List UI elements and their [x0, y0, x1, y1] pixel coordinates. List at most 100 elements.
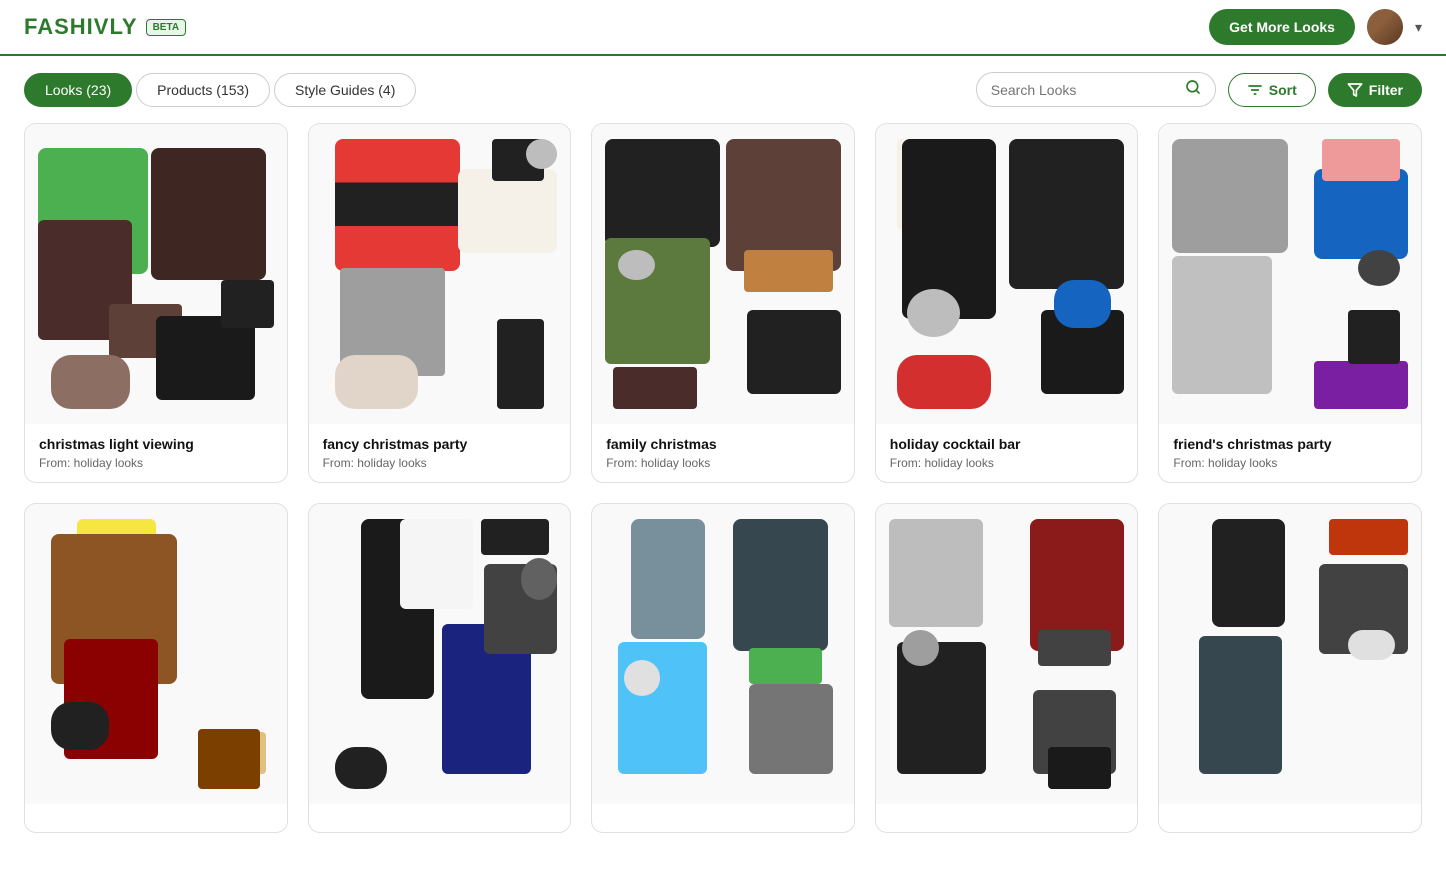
- tab-products[interactable]: Products (153): [136, 73, 270, 107]
- tab-style-guides[interactable]: Style Guides (4): [274, 73, 416, 107]
- look-card[interactable]: [875, 503, 1139, 833]
- outfit-collage: [25, 124, 287, 424]
- outfit-item: [747, 310, 841, 394]
- card-info: [25, 804, 287, 832]
- outfit-item: [1348, 630, 1395, 660]
- card-info: fancy christmas party From: holiday look…: [309, 424, 571, 482]
- outfit-item: [335, 139, 461, 271]
- outfit-item: [521, 558, 558, 600]
- card-title: family christmas: [606, 436, 840, 452]
- card-info: [876, 804, 1138, 832]
- outfit-collage: [592, 504, 854, 804]
- outfit-item: [749, 648, 822, 684]
- avatar[interactable]: [1367, 9, 1403, 45]
- search-input[interactable]: [991, 82, 1177, 98]
- toolbar-right: Sort Filter: [976, 72, 1422, 107]
- card-title: christmas light viewing: [39, 436, 273, 452]
- card-subtitle: From: holiday looks: [606, 456, 840, 470]
- outfit-item: [624, 660, 661, 696]
- card-title: holiday cocktail bar: [890, 436, 1124, 452]
- outfit-collage: [876, 124, 1138, 424]
- header-left: FASHIVLY BETA: [24, 14, 186, 40]
- card-image: [25, 124, 287, 424]
- tab-looks[interactable]: Looks (23): [24, 73, 132, 107]
- outfit-item: [481, 519, 549, 555]
- outfit-item: [1048, 747, 1111, 789]
- outfit-item: [897, 355, 991, 409]
- header: FASHIVLY BETA Get More Looks ▾: [0, 0, 1446, 56]
- search-box[interactable]: [976, 72, 1216, 107]
- outfit-item: [1314, 361, 1408, 409]
- look-card[interactable]: [24, 503, 288, 833]
- card-subtitle: From: holiday looks: [323, 456, 557, 470]
- look-card[interactable]: fancy christmas party From: holiday look…: [308, 123, 572, 483]
- card-info: [592, 804, 854, 832]
- look-card[interactable]: [1158, 503, 1422, 833]
- card-subtitle: From: holiday looks: [890, 456, 1124, 470]
- chevron-down-icon[interactable]: ▾: [1415, 19, 1422, 36]
- logo: FASHIVLY: [24, 14, 138, 40]
- card-info: [309, 804, 571, 832]
- card-info: holiday cocktail bar From: holiday looks: [876, 424, 1138, 482]
- outfit-item: [151, 148, 266, 280]
- outfit-item: [335, 747, 387, 789]
- beta-badge: BETA: [146, 19, 186, 36]
- card-image: [25, 504, 287, 804]
- card-info: friend's christmas party From: holiday l…: [1159, 424, 1421, 482]
- sort-button[interactable]: Sort: [1228, 73, 1316, 107]
- outfit-item: [156, 316, 255, 400]
- outfit-collage: [25, 504, 287, 804]
- get-more-looks-button[interactable]: Get More Looks: [1209, 9, 1355, 45]
- card-subtitle: From: holiday looks: [1173, 456, 1407, 470]
- look-card[interactable]: holiday cocktail bar From: holiday looks: [875, 123, 1139, 483]
- toolbar: Looks (23) Products (153) Style Guides (…: [0, 56, 1446, 123]
- outfit-item: [221, 280, 273, 328]
- outfit-item: [1199, 636, 1283, 774]
- look-card[interactable]: christmas light viewing From: holiday lo…: [24, 123, 288, 483]
- outfit-item: [51, 355, 129, 409]
- outfit-item: [497, 319, 544, 409]
- look-card[interactable]: family christmas From: holiday looks: [591, 123, 855, 483]
- outfit-item: [631, 519, 704, 639]
- outfit-collage: [309, 124, 571, 424]
- outfit-collage: [309, 504, 571, 804]
- outfit-item: [1212, 519, 1285, 627]
- card-title: friend's christmas party: [1173, 436, 1407, 452]
- outfit-item: [733, 519, 827, 651]
- look-card[interactable]: friend's christmas party From: holiday l…: [1158, 123, 1422, 483]
- outfit-item: [1172, 256, 1271, 394]
- sort-icon: [1247, 82, 1263, 98]
- card-info: [1159, 804, 1421, 832]
- filter-icon: [1347, 82, 1363, 98]
- outfit-collage: [1159, 124, 1421, 424]
- outfit-item: [1322, 139, 1400, 181]
- card-image: [1159, 124, 1421, 424]
- outfit-item: [1172, 139, 1287, 253]
- card-image: [592, 124, 854, 424]
- outfit-item: [902, 139, 996, 319]
- outfit-item: [907, 289, 959, 337]
- outfit-item: [902, 630, 939, 666]
- card-title: fancy christmas party: [323, 436, 557, 452]
- look-card[interactable]: [591, 503, 855, 833]
- card-image: [1159, 504, 1421, 804]
- card-grid: christmas light viewing From: holiday lo…: [0, 123, 1446, 857]
- avatar-image: [1367, 9, 1403, 45]
- header-right: Get More Looks ▾: [1209, 9, 1422, 45]
- card-image: [309, 124, 571, 424]
- filter-button[interactable]: Filter: [1328, 73, 1422, 107]
- look-card[interactable]: [308, 503, 572, 833]
- outfit-item: [1358, 250, 1400, 286]
- outfit-item: [1329, 519, 1407, 555]
- outfit-item: [400, 519, 473, 609]
- card-info: christmas light viewing From: holiday lo…: [25, 424, 287, 482]
- outfit-collage: [1159, 504, 1421, 804]
- card-image: [309, 504, 571, 804]
- outfit-item: [618, 250, 655, 280]
- outfit-item: [526, 139, 557, 169]
- card-image: [876, 504, 1138, 804]
- outfit-item: [1314, 169, 1408, 259]
- outfit-item: [889, 519, 983, 627]
- outfit-collage: [592, 124, 854, 424]
- card-image: [592, 504, 854, 804]
